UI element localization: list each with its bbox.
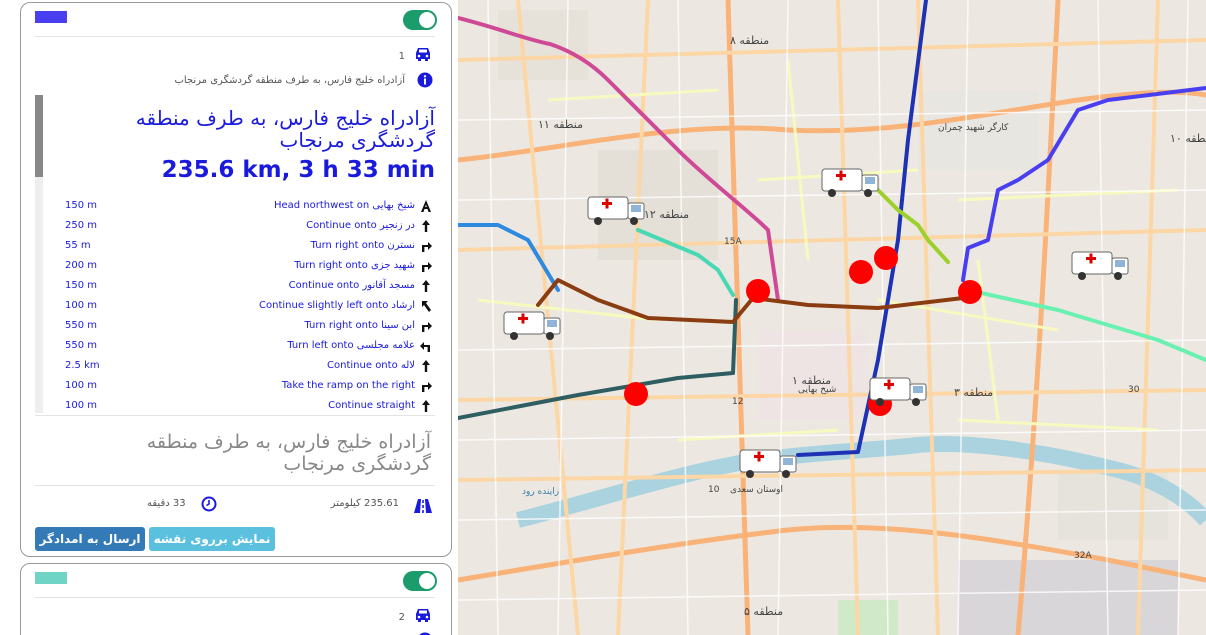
clock-icon [201, 496, 217, 512]
map-label: اوستان سعدی [730, 485, 783, 495]
straight-arrow-icon [422, 220, 430, 232]
incident-marker[interactable] [849, 260, 873, 284]
straight-arrow-icon [422, 280, 430, 292]
step-instruction: Head northwest on شیخ بهایی [273, 200, 415, 211]
road-icon [414, 499, 432, 513]
direction-step[interactable]: Turn right onto ابن سینا 550 m [59, 317, 435, 337]
map-label: 32A [1074, 551, 1092, 561]
step-distance: 550 m [65, 320, 98, 331]
incident-marker[interactable] [874, 246, 898, 270]
step-instruction: Take the ramp on the right [281, 380, 415, 391]
direction-step[interactable]: Continue straight 100 m [59, 397, 435, 417]
car-icon [416, 48, 430, 61]
step-instruction: Turn right onto نسترن [310, 240, 415, 251]
incident-marker[interactable] [746, 279, 770, 303]
route-summary: 235.6 km, 3 h 33 min [161, 157, 435, 183]
map-label: منطقه ۱۱ [538, 118, 583, 131]
straight-arrow-icon [422, 400, 430, 412]
step-instruction: Continue onto در زنجیر [306, 220, 415, 231]
direction-step[interactable]: Turn right onto شهید جزی 200 m [59, 257, 435, 277]
step-instruction: Turn left onto علامه مجلسی [287, 340, 415, 351]
route-title-secondary: آزادراه خلیج فارس، به طرف منطقه گردشگری … [146, 431, 431, 475]
route-number: 2 [398, 612, 405, 623]
route-number: 1 [398, 51, 405, 62]
turn-left-arrow-icon [420, 342, 430, 352]
scrollbar[interactable] [35, 95, 43, 413]
incident-marker[interactable] [958, 280, 982, 304]
route-distance: 235.61 کیلومتر [330, 498, 399, 509]
route-card-2: 2 [20, 563, 452, 635]
straight-arrow-icon [422, 360, 430, 372]
step-distance: 100 m [65, 300, 98, 311]
map-label: منطقه ۱۲ [644, 208, 689, 221]
map-label: منطقه ۵ [744, 605, 783, 618]
step-instruction: Continue straight [328, 400, 415, 411]
map-label: منطقه ۱۰ [1170, 132, 1206, 145]
route-color-swatch [35, 11, 67, 23]
incident-marker[interactable] [624, 382, 648, 406]
map-canvas[interactable]: منطقه ۸ منطقه ۱۱ منطقه ۱۲ منطقه ۱ منطقه … [458, 0, 1206, 635]
divider [35, 485, 435, 486]
depart-icon [421, 200, 431, 212]
toggle-knob [419, 12, 435, 28]
turn-right-arrow-icon [422, 242, 432, 252]
route-sidebar: 1 آزادراه خلیج فارس، به طرف منطقه گردشگر… [0, 0, 458, 635]
car-icon [416, 609, 430, 622]
direction-steps: Head northwest on شیخ بهایی 150 m Continue… [59, 197, 435, 417]
divider [35, 36, 435, 37]
divider [35, 415, 435, 416]
step-instruction: Continue slightly left onto ارشاد [259, 300, 415, 311]
directions-panel[interactable]: آزادراه خلیج فارس، به طرف منطقه گردشگری … [35, 95, 439, 413]
route-duration: 33 دقیقه [147, 498, 186, 509]
route-info-text: آزادراه خلیج فارس، به طرف منطقه گردشگری … [174, 75, 405, 86]
step-distance: 250 m [65, 220, 98, 231]
map-label: 30 [1128, 385, 1140, 395]
direction-step[interactable]: Head northwest on شیخ بهایی 150 m [59, 197, 435, 217]
send-to-rescuer-button[interactable]: ارسال به امدادگر [35, 527, 145, 551]
step-distance: 550 m [65, 340, 98, 351]
direction-step[interactable]: Continue onto در زنجیر 250 m [59, 217, 435, 237]
direction-step[interactable]: Continue slightly left onto ارشاد 100 m [59, 297, 435, 317]
map-label: منطقه ۳ [954, 386, 993, 399]
step-distance: 100 m [65, 400, 98, 411]
step-instruction: Turn right onto شهید جزی [294, 260, 415, 271]
scrollbar-thumb[interactable] [35, 95, 43, 177]
direction-step[interactable]: Turn right onto نسترن 55 m [59, 237, 435, 257]
step-distance: 150 m [65, 200, 98, 211]
step-distance: 150 m [65, 280, 98, 291]
toggle-knob [419, 573, 435, 589]
route-visibility-toggle[interactable] [403, 571, 437, 591]
route-color-swatch [35, 572, 67, 584]
step-instruction: Continue onto مسجد آقانور [288, 280, 415, 291]
map-label: کارگر شهید چمران [938, 121, 1009, 133]
info-icon [417, 72, 433, 88]
turn-right-arrow-icon [422, 262, 432, 272]
route-card-1: 1 آزادراه خلیج فارس، به طرف منطقه گردشگر… [20, 2, 452, 557]
route-visibility-toggle[interactable] [403, 10, 437, 30]
step-distance: 200 m [65, 260, 98, 271]
map-view[interactable]: منطقه ۸ منطقه ۱۱ منطقه ۱۲ منطقه ۱ منطقه … [458, 0, 1206, 635]
step-distance: 55 m [65, 240, 91, 251]
step-instruction: Continue onto لاله [327, 360, 415, 371]
slight-left-arrow-icon [422, 301, 431, 312]
step-distance: 2.5 km [65, 360, 100, 371]
direction-step[interactable]: Take the ramp on the right 100 m [59, 377, 435, 397]
map-label: منطقه ۸ [730, 34, 769, 47]
direction-step[interactable]: Continue onto لاله 2.5 km [59, 357, 435, 377]
direction-step[interactable]: Turn left onto علامه مجلسی 550 m [59, 337, 435, 357]
turn-right-arrow-icon [422, 382, 432, 392]
step-instruction: Turn right onto ابن سینا [304, 320, 415, 331]
step-distance: 100 m [65, 380, 98, 391]
route-title: آزادراه خلیج فارس، به طرف منطقه گردشگری … [135, 106, 435, 152]
map-label: 15A [724, 237, 742, 247]
divider [35, 597, 435, 598]
turn-right-arrow-icon [422, 322, 432, 332]
direction-step[interactable]: Continue onto مسجد آقانور 150 m [59, 277, 435, 297]
map-label: شیخ بهایی [798, 385, 836, 395]
map-label: 10 [708, 485, 720, 495]
show-on-map-button[interactable]: نمایش برروی نقشه [149, 527, 275, 551]
map-label: 12 [732, 397, 743, 407]
map-label: زاینده رود [522, 487, 559, 497]
